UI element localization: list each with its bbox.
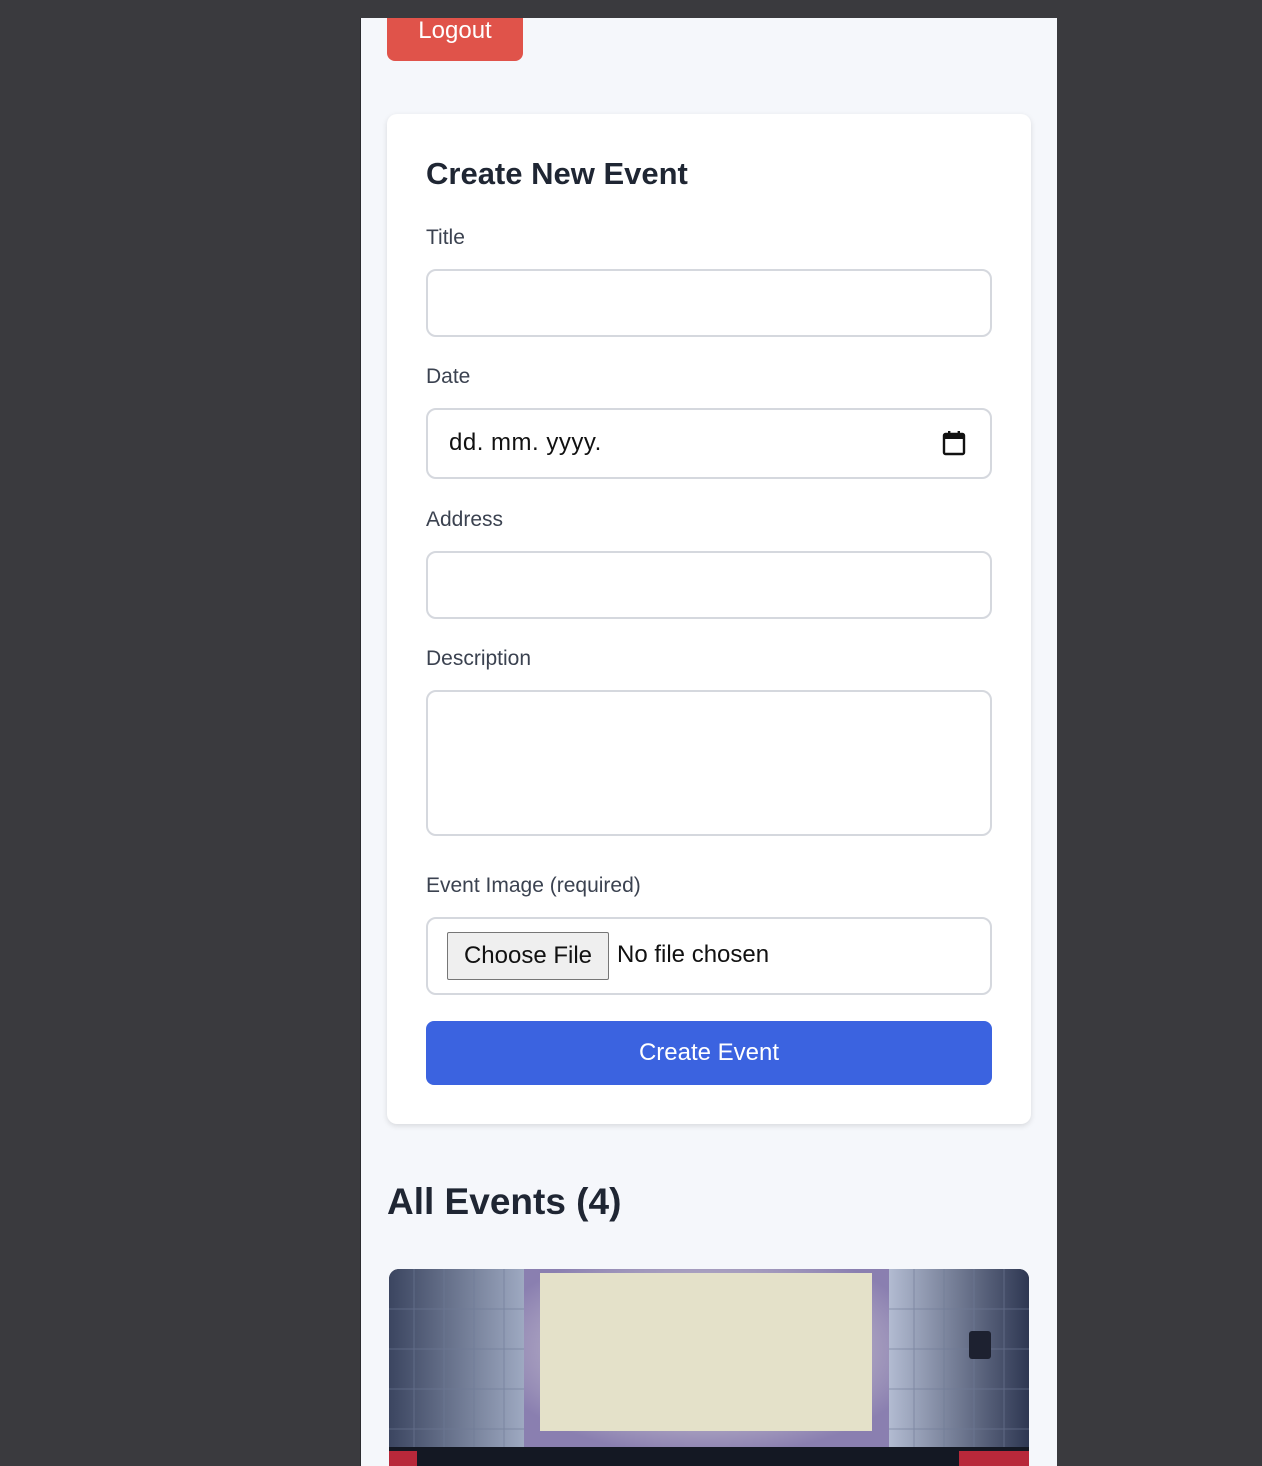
event-image-label: Event Image (required) <box>426 874 641 897</box>
event-card[interactable] <box>389 1269 1029 1466</box>
create-event-card: Create New Event Title Date dd. mm. yyyy… <box>387 114 1031 1124</box>
address-label: Address <box>426 508 504 531</box>
date-label: Date <box>426 365 471 388</box>
no-file-text: No file chosen <box>617 941 770 968</box>
choose-file-button[interactable]: Choose File <box>447 932 609 980</box>
all-events-heading: All Events (4) <box>387 1181 622 1222</box>
description-label: Description <box>426 647 532 670</box>
address-input[interactable] <box>426 551 992 619</box>
logout-button[interactable]: Logout <box>387 18 523 61</box>
title-input[interactable] <box>426 269 992 337</box>
event-image <box>389 1269 1029 1466</box>
date-placeholder: dd. mm. yyyy. <box>449 429 602 456</box>
calendar-icon[interactable] <box>942 430 966 456</box>
form-title: Create New Event <box>426 156 688 191</box>
app-viewport: Logout Create New Event Title Date dd. m… <box>360 18 1057 1466</box>
title-label: Title <box>426 226 465 249</box>
description-textarea[interactable] <box>426 690 992 836</box>
date-input[interactable]: dd. mm. yyyy. <box>426 408 992 479</box>
event-image-file-input: Choose File No file chosen <box>426 917 992 995</box>
create-event-button[interactable]: Create Event <box>426 1021 992 1085</box>
